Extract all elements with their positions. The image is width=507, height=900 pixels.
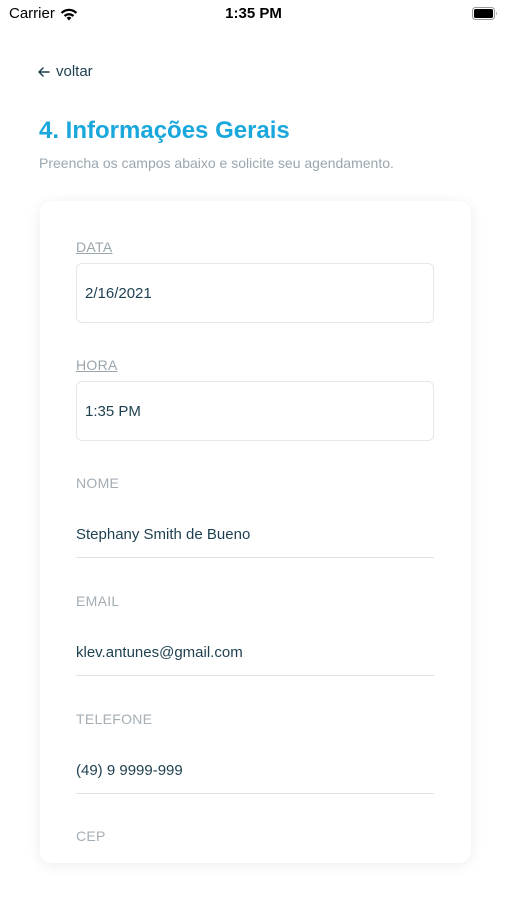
cep-label: CEP: [76, 828, 106, 844]
name-label: NOME: [76, 475, 120, 491]
battery-icon: [472, 7, 497, 20]
time-picker[interactable]: 1:35 PM: [76, 381, 434, 441]
email-label: EMAIL: [76, 593, 120, 609]
name-field[interactable]: Stephany Smith de Bueno: [76, 512, 434, 558]
date-picker[interactable]: 2/16/2021: [76, 263, 434, 323]
arrow-left-icon: [38, 66, 50, 77]
time-label: HORA: [76, 357, 118, 373]
page-title: 4. Informações Gerais: [39, 117, 290, 144]
date-label: DATA: [76, 239, 113, 255]
email-value: klev.antunes@gmail.com: [76, 644, 243, 661]
email-field[interactable]: klev.antunes@gmail.com: [76, 630, 434, 676]
phone-label: TELEFONE: [76, 711, 153, 727]
back-label: voltar: [56, 63, 93, 80]
phone-value: (49) 9 9999-999: [76, 762, 183, 779]
phone-field[interactable]: (49) 9 9999-999: [76, 748, 434, 794]
name-value: Stephany Smith de Bueno: [76, 526, 251, 543]
status-time: 1:35 PM: [225, 5, 282, 22]
page-subtitle: Preencha os campos abaixo e solicite seu…: [39, 155, 394, 171]
time-value: 1:35 PM: [85, 402, 141, 420]
status-bar: Carrier 1:35 PM: [0, 0, 507, 30]
back-button[interactable]: voltar: [38, 63, 93, 80]
date-value: 2/16/2021: [85, 284, 152, 302]
form-card: DATA 2/16/2021 HORA 1:35 PM NOME Stephan…: [40, 201, 471, 863]
